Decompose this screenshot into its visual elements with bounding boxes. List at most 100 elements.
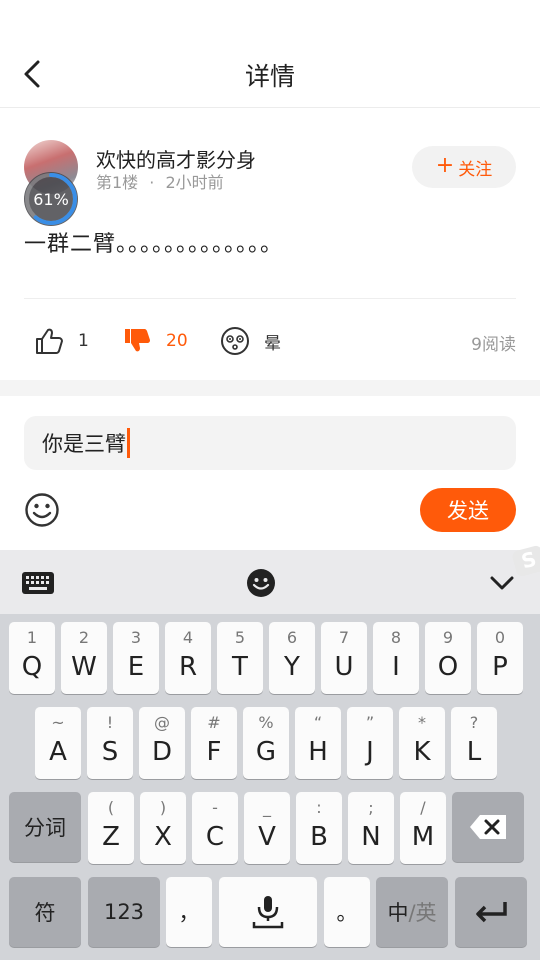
symbol-key[interactable]: 符: [9, 877, 81, 947]
key-e[interactable]: 3E: [113, 622, 159, 694]
key-secondary-label: %: [258, 713, 274, 732]
post-actions: 1 20 晕 9阅读: [0, 320, 540, 362]
language-switch-label: 中/英: [376, 897, 448, 927]
emoji-face-icon: [247, 569, 275, 597]
dislike-button[interactable]: 20: [122, 320, 188, 362]
key-g[interactable]: % G: [243, 707, 289, 779]
key-s[interactable]: ! S: [87, 707, 133, 779]
key-primary-label: Y: [284, 652, 300, 682]
key-secondary-label: 9: [442, 628, 454, 647]
key-b[interactable]: :B: [296, 792, 342, 864]
key-primary-label: L: [466, 737, 482, 767]
key-secondary-label: 7: [338, 628, 350, 647]
comment-input-text: 你是三臂: [42, 432, 126, 456]
key-secondary-label: 0: [494, 628, 506, 647]
section-separator: [0, 380, 540, 396]
key-l[interactable]: ? L: [451, 707, 497, 779]
soft-keyboard: 1Q2W3E4R5T6Y7U8I9O0P ~ A! S @ D # F% G “H” J * K? L …: [0, 550, 540, 960]
key-primary-label: G: [255, 737, 277, 767]
key-k[interactable]: * K: [399, 707, 445, 779]
divider: [24, 298, 516, 299]
period-key[interactable]: 。: [324, 877, 370, 947]
key-m[interactable]: / M: [400, 792, 446, 864]
send-button[interactable]: 发送: [420, 488, 516, 532]
meta-dot: ·: [149, 173, 155, 192]
key-o[interactable]: 9O: [425, 622, 471, 694]
thumbs-down-icon: [125, 329, 150, 352]
like-count: 1: [78, 331, 89, 351]
like-button[interactable]: 1: [34, 320, 89, 362]
keyboard-collapse-button[interactable]: [485, 566, 519, 600]
space-voice-key[interactable]: [219, 877, 317, 947]
key-z[interactable]: (Z: [88, 792, 134, 864]
key-primary-label: J: [366, 737, 374, 767]
upload-progress-ring: 61%: [24, 172, 78, 226]
key-secondary-label: -: [212, 798, 218, 817]
key-secondary-label: 6: [286, 628, 298, 647]
key-primary-label: S: [101, 737, 119, 767]
keyboard-emoji-button[interactable]: [244, 566, 278, 600]
number-key-label: 123: [103, 900, 145, 924]
key-q[interactable]: 1Q: [9, 622, 55, 694]
key-w[interactable]: 2W: [61, 622, 107, 694]
page-title: 详情: [244, 62, 295, 91]
key-primary-label: Q: [21, 652, 43, 682]
microphone-icon: [219, 892, 317, 932]
key-primary-label: C: [205, 822, 225, 852]
key-secondary-label: !: [106, 713, 114, 732]
key-h[interactable]: “H: [295, 707, 341, 779]
key-u[interactable]: 7U: [321, 622, 367, 694]
comment-input[interactable]: 你是三臂: [24, 416, 516, 470]
dislike-count: 20: [166, 331, 188, 351]
language-switch-key[interactable]: 中/英: [376, 877, 448, 947]
emoji-button[interactable]: [24, 492, 60, 528]
chevron-down-icon: [490, 576, 514, 590]
key-primary-label: R: [178, 652, 198, 682]
key-secondary-label: 3: [130, 628, 142, 647]
key-primary-label: I: [392, 652, 400, 682]
key-primary-label: B: [310, 822, 328, 852]
key-primary-label: T: [232, 652, 248, 682]
period-key-label: 。: [336, 901, 358, 925]
key-n[interactable]: ; N: [348, 792, 394, 864]
key-j[interactable]: ” J: [347, 707, 393, 779]
key-primary-label: X: [154, 822, 172, 852]
key-t[interactable]: 5T: [217, 622, 263, 694]
thumbs-up-icon: [36, 328, 63, 354]
key-secondary-label: 5: [234, 628, 246, 647]
plus-icon: +: [435, 153, 455, 178]
key-secondary-label: ): [159, 798, 167, 817]
key-d[interactable]: @ D: [139, 707, 185, 779]
key-secondary-label: /: [420, 798, 426, 817]
follow-button[interactable]: + 关注: [412, 146, 516, 188]
key-primary-label: U: [334, 652, 354, 682]
symbol-key-label: 符: [34, 901, 56, 925]
key-secondary-label: ;: [368, 798, 374, 817]
key-a[interactable]: ~ A: [35, 707, 81, 779]
key-v[interactable]: _ V: [244, 792, 290, 864]
key-p[interactable]: 0P: [477, 622, 523, 694]
key-c[interactable]: -C: [192, 792, 238, 864]
lang-primary: 中: [387, 901, 409, 925]
number-key[interactable]: 123: [88, 877, 160, 947]
key-f[interactable]: # F: [191, 707, 237, 779]
key-y[interactable]: 6Y: [269, 622, 315, 694]
comma-key[interactable]: ，: [166, 877, 212, 947]
keyboard-switch-button[interactable]: [21, 566, 55, 600]
backspace-key[interactable]: [452, 792, 524, 862]
segment-key-label: 分词: [24, 816, 66, 840]
key-i[interactable]: 8I: [373, 622, 419, 694]
key-primary-label: W: [71, 652, 97, 682]
avatar-area[interactable]: 61%: [24, 140, 78, 226]
key-primary-label: A: [49, 737, 67, 767]
enter-key[interactable]: [455, 877, 527, 947]
dizzy-button[interactable]: 晕: [220, 320, 281, 362]
key-primary-label: K: [413, 737, 431, 767]
key-r[interactable]: 4R: [165, 622, 211, 694]
follow-label: 关注: [458, 159, 493, 180]
key-secondary-label: ~: [51, 713, 65, 732]
segment-key[interactable]: 分词: [9, 792, 81, 862]
smiley-icon: [25, 493, 59, 527]
key-secondary-label: *: [418, 713, 426, 732]
key-x[interactable]: ) X: [140, 792, 186, 864]
